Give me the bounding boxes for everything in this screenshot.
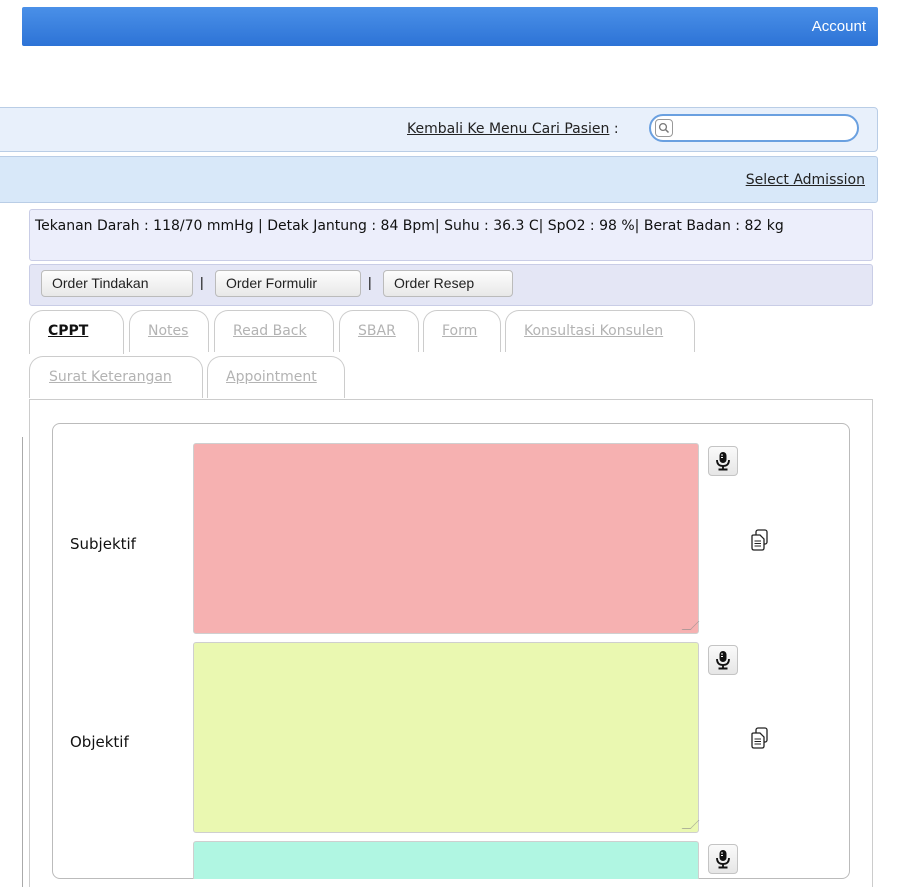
- left-divider: [22, 437, 23, 887]
- select-admission-link[interactable]: Select Admission: [746, 172, 865, 188]
- tab-notes[interactable]: Notes: [129, 310, 209, 352]
- admission-bar: Select Admission: [0, 156, 878, 203]
- search-field[interactable]: [649, 114, 859, 142]
- tab-appointment[interactable]: Appointment: [207, 356, 345, 398]
- subjektif-label: Subjektif: [70, 535, 136, 553]
- search-input[interactable]: [677, 118, 851, 140]
- tab-bar-row-2: Surat Keterangan Appointment: [29, 356, 873, 400]
- tab-konsultasi-konsulen[interactable]: Konsultasi Konsulen: [505, 310, 695, 352]
- copy-icon[interactable]: [750, 529, 770, 555]
- objektif-label: Objektif: [70, 733, 129, 751]
- tab-bar-row-1: CPPT Notes Read Back SBAR Form Konsultas…: [29, 310, 873, 354]
- order-separator: |: [368, 274, 372, 290]
- microphone-icon[interactable]: [708, 645, 738, 675]
- order-tindakan-button[interactable]: Order Tindakan: [41, 270, 193, 297]
- search-icon: [655, 119, 673, 137]
- tab-read-back[interactable]: Read Back: [214, 310, 334, 352]
- tab-cppt[interactable]: CPPT: [29, 310, 124, 354]
- patient-search-bar: Kembali Ke Menu Cari Pasien :: [0, 107, 878, 152]
- top-navbar: Account: [22, 7, 878, 46]
- tab-sbar[interactable]: SBAR: [339, 310, 419, 352]
- microphone-icon[interactable]: [708, 844, 738, 874]
- back-to-search-link[interactable]: Kembali Ke Menu Cari Pasien: [407, 121, 609, 137]
- order-resep-button[interactable]: Order Resep: [383, 270, 513, 297]
- order-formulir-button[interactable]: Order Formulir: [215, 270, 361, 297]
- objektif-textarea[interactable]: [193, 642, 700, 833]
- order-toolbar: Order Tindakan | Order Formulir | Order …: [29, 264, 873, 306]
- vital-signs: Tekanan Darah : 118/70 mmHg | Detak Jant…: [29, 209, 873, 261]
- account-menu[interactable]: Account: [812, 18, 866, 35]
- assessment-textarea[interactable]: [193, 841, 699, 879]
- order-separator: |: [200, 274, 204, 290]
- tab-form[interactable]: Form: [423, 310, 501, 352]
- subjektif-textarea[interactable]: [193, 443, 700, 634]
- resize-handle[interactable]: [681, 820, 700, 829]
- resize-handle[interactable]: [681, 621, 700, 630]
- tab-surat-keterangan[interactable]: Surat Keterangan: [29, 356, 203, 398]
- microphone-icon[interactable]: [708, 446, 738, 476]
- back-to-search-link-wrap: Kembali Ke Menu Cari Pasien :: [407, 121, 619, 137]
- copy-icon[interactable]: [750, 727, 770, 753]
- search-separator: :: [609, 121, 619, 137]
